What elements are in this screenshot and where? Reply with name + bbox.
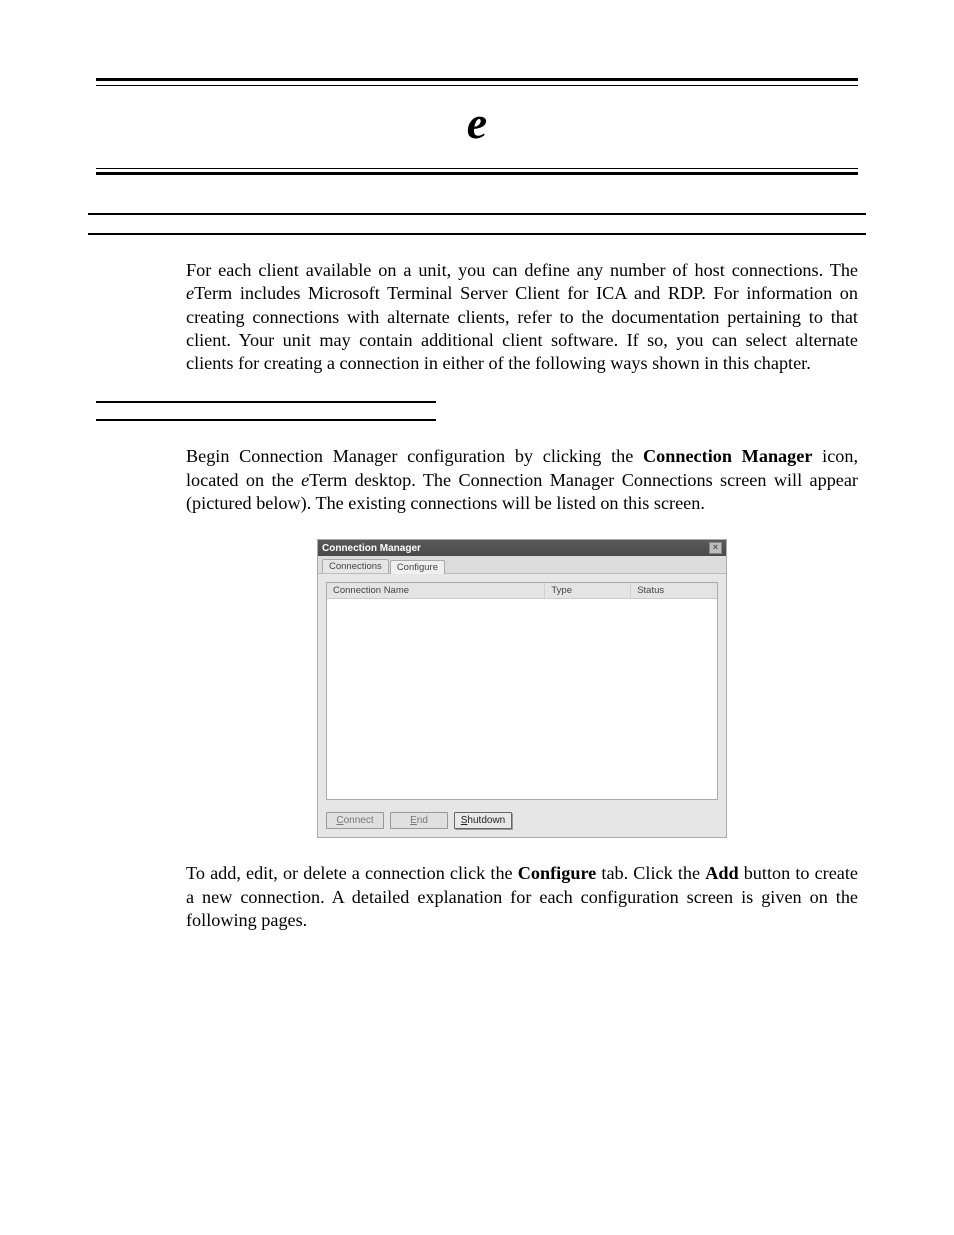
- connect-label-rest: onnect: [344, 815, 374, 826]
- connection-manager-window: Connection Manager × Connections Configu…: [317, 539, 727, 838]
- end-label-rest: nd: [417, 815, 428, 826]
- button-row: Connect End Shutdown: [318, 808, 726, 837]
- end-mnemonic: E: [410, 815, 417, 826]
- connect-mnemonic: C: [336, 815, 343, 826]
- begin-text-pre: Begin Connection Manager configuration b…: [186, 446, 643, 466]
- intro-text-pre: For each client available on a unit, you…: [186, 260, 858, 280]
- column-connection-name[interactable]: Connection Name: [327, 583, 545, 598]
- header-rule-bottom-thin: [96, 168, 858, 169]
- subsection-rule-top: [96, 401, 436, 403]
- list-header: Connection Name Type Status: [327, 583, 717, 599]
- begin-bold-connection-manager: Connection Manager: [643, 446, 812, 466]
- intro-italic-e: e: [186, 283, 194, 303]
- column-type[interactable]: Type: [545, 583, 631, 598]
- shutdown-label-rest: hutdown: [467, 815, 505, 826]
- addedit-text-mid1: tab. Click the: [596, 863, 705, 883]
- addedit-paragraph: To add, edit, or delete a connection cli…: [186, 862, 858, 932]
- begin-italic-e: e: [301, 470, 309, 490]
- addedit-bold-add: Add: [705, 863, 738, 883]
- titlebar: Connection Manager ×: [318, 540, 726, 556]
- intro-text-post: Term includes Microsoft Terminal Server …: [186, 283, 858, 373]
- addedit-text-pre: To add, edit, or delete a connection cli…: [186, 863, 518, 883]
- subsection-rules: [96, 401, 436, 421]
- section-rule-1: [88, 213, 865, 215]
- tabs-row: Connections Configure: [318, 556, 726, 574]
- connect-button[interactable]: Connect: [326, 812, 384, 829]
- shutdown-button[interactable]: Shutdown: [454, 812, 512, 829]
- window-title: Connection Manager: [322, 543, 421, 554]
- column-status[interactable]: Status: [631, 583, 717, 598]
- tab-connections[interactable]: Connections: [322, 559, 389, 573]
- connections-list: Connection Name Type Status: [326, 582, 718, 800]
- tab-configure[interactable]: Configure: [390, 560, 445, 574]
- begin-paragraph: Begin Connection Manager configuration b…: [186, 445, 858, 515]
- header-rule-bottom-thick: [96, 172, 858, 175]
- end-button[interactable]: End: [390, 812, 448, 829]
- close-icon[interactable]: ×: [709, 542, 722, 554]
- section-rule-2: [88, 233, 865, 235]
- intro-paragraph: For each client available on a unit, you…: [186, 259, 858, 375]
- addedit-bold-configure: Configure: [518, 863, 596, 883]
- header-glyph: e: [96, 86, 858, 168]
- page-header: e: [96, 78, 858, 175]
- header-rule-top-thick: [96, 78, 858, 81]
- subsection-rule-bottom: [96, 419, 436, 421]
